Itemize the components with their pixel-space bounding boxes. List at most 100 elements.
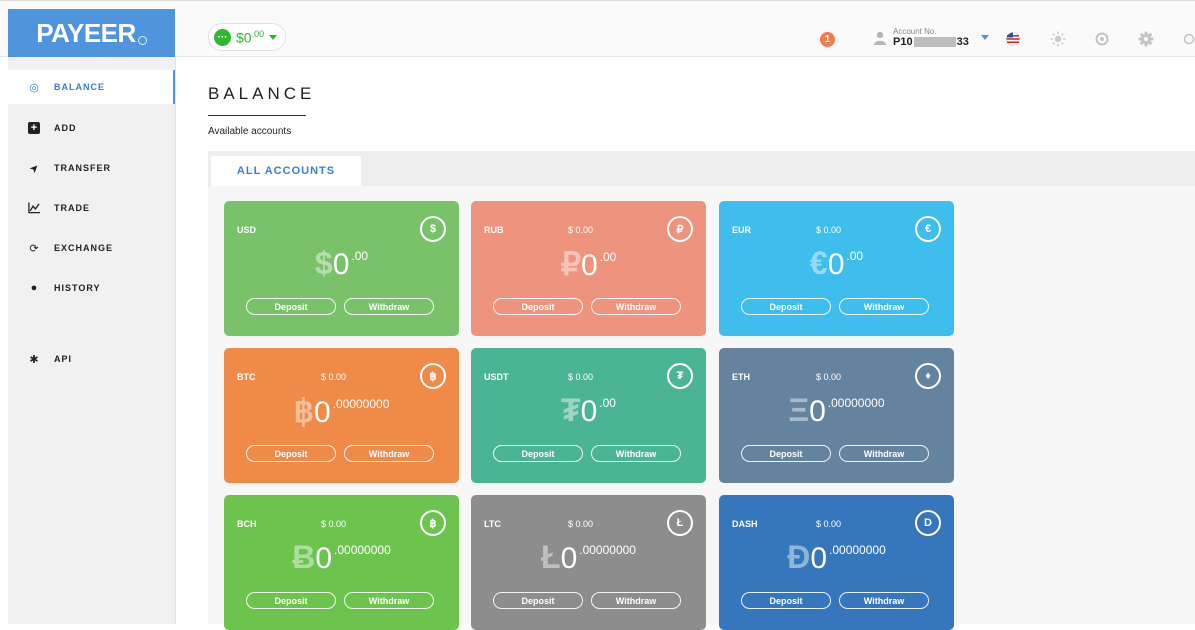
withdraw-button[interactable]: Withdraw (591, 445, 681, 462)
balance-decimals: .00000000 (829, 543, 886, 557)
deposit-button[interactable]: Deposit (493, 592, 583, 609)
usd-equivalent: $ 0.00 (568, 519, 594, 529)
balance-decimals: .00 (846, 249, 864, 263)
sidebar-item-add[interactable]: + ADD (8, 111, 175, 145)
withdraw-button[interactable]: Withdraw (591, 298, 681, 315)
balance-decimals: .00000000 (579, 543, 636, 557)
account-number-label: Account No. (893, 27, 937, 36)
currency-symbol: Đ (787, 539, 811, 575)
currency-icon[interactable]: ♦ (915, 363, 941, 389)
currency-icon[interactable]: ₮ (667, 363, 693, 389)
account-selector[interactable]: Account No. P10 33 (873, 27, 989, 48)
deposit-button[interactable]: Deposit (493, 445, 583, 462)
sidebar-item-label: HISTORY (54, 283, 101, 293)
currency-symbol: ₮ (561, 392, 581, 428)
balance-integer: 0 (332, 248, 350, 281)
chevron-down-icon (980, 35, 989, 40)
settings-gear-icon[interactable] (1137, 30, 1155, 48)
currency-symbol: $ (314, 245, 333, 281)
currency-symbol: Ł (541, 539, 561, 575)
sidebar-item-balance[interactable]: ◎ BALANCE (8, 70, 175, 104)
currency-icon[interactable]: ฿ (420, 363, 446, 389)
usd-equivalent: $ 0.00 (816, 225, 842, 235)
clock-icon: ● (30, 282, 38, 294)
tab-label: ALL ACCOUNTS (236, 165, 336, 177)
sidebar-item-trade[interactable]: TRADE (8, 191, 175, 225)
withdraw-button[interactable]: Withdraw (344, 445, 434, 462)
sidebar-item-label: TRANSFER (54, 163, 111, 173)
wallet-status-icon: ··· (214, 28, 231, 46)
currency-code: BTC (237, 372, 256, 382)
accounts-grid: USD $ $0.00 Deposit Withdraw RUB $ 0.00 ₽ ₽0.00 D… (208, 186, 1195, 630)
sidebar-item-history[interactable]: ● HISTORY (8, 271, 175, 305)
currency-code: EUR (732, 225, 752, 235)
account-card-dash: DASH $ 0.00 D Đ0.00000000 Deposit Withdraw (719, 495, 954, 630)
deposit-button[interactable]: Deposit (741, 445, 831, 462)
currency-icon[interactable]: $ (420, 216, 446, 242)
balance-integer: 0 (827, 248, 845, 281)
withdraw-button[interactable]: Withdraw (839, 298, 929, 315)
account-card-usdt: USDT $ 0.00 ₮ ₮0.00 Deposit Withdraw (471, 348, 706, 483)
withdraw-button[interactable]: Withdraw (344, 592, 434, 609)
card-balance: Ξ0.00000000 (719, 392, 954, 429)
us-flag-icon[interactable] (1004, 30, 1022, 48)
deposit-button[interactable]: Deposit (741, 298, 831, 315)
currency-code: RUB (484, 225, 504, 235)
card-balance: Ł0.00000000 (471, 539, 706, 576)
currency-icon[interactable]: D (915, 510, 941, 536)
withdraw-button[interactable]: Withdraw (591, 592, 681, 609)
balance-decimals: .00000000 (827, 396, 885, 410)
account-number: P10 33 (893, 36, 969, 48)
sidebar-item-transfer[interactable]: ➤ TRANSFER (8, 151, 175, 185)
account-card-eth: ETH $ 0.00 ♦ Ξ0.00000000 Deposit Withdraw (719, 348, 954, 483)
account-card-usd: USD $ $0.00 Deposit Withdraw (224, 201, 459, 336)
account-card-ltc: LTC $ 0.00 Ł Ł0.00000000 Deposit Withdraw (471, 495, 706, 630)
balance-decimals: .00 (599, 250, 617, 264)
sidebar-item-api[interactable]: ✱ API (8, 342, 175, 376)
currency-icon[interactable]: Ł (667, 510, 693, 536)
currency-icon[interactable]: ฿ (420, 510, 446, 536)
balance-integer: 0 (313, 396, 331, 429)
currency-code: USDT (484, 372, 509, 382)
currency-code: BCH (237, 519, 257, 529)
sidebar-item-label: EXCHANGE (54, 243, 114, 253)
sidebar-item-exchange[interactable]: ⟳ EXCHANGE (8, 231, 175, 265)
balance-integer: 0 (580, 395, 598, 428)
card-balance: ฿0.00000000 (224, 392, 459, 430)
currency-icon[interactable]: € (915, 216, 941, 242)
withdraw-button[interactable]: Withdraw (344, 298, 434, 315)
redaction-mask (913, 37, 956, 47)
chevron-down-icon (269, 34, 278, 40)
title-underline (208, 115, 306, 116)
usd-equivalent: $ 0.00 (816, 519, 842, 529)
sidebar-item-label: API (54, 354, 73, 364)
notification-badge[interactable]: 1 (820, 32, 835, 47)
sidebar-item-label: BALANCE (54, 82, 105, 92)
support-icon[interactable] (1093, 30, 1111, 48)
currency-symbol: € (809, 245, 828, 281)
withdraw-button[interactable]: Withdraw (839, 445, 929, 462)
tab-all-accounts[interactable]: ALL ACCOUNTS (211, 156, 361, 186)
deposit-button[interactable]: Deposit (246, 298, 336, 315)
payeer-logo[interactable]: PAYEER (8, 9, 175, 57)
deposit-button[interactable]: Deposit (493, 298, 583, 315)
paper-plane-icon: ➤ (26, 160, 42, 176)
card-balance: $0.00 (224, 245, 459, 282)
account-card-bch: BCH $ 0.00 ฿ Ƀ0.00000000 Deposit Withdraw (224, 495, 459, 630)
currency-symbol: ฿ (293, 393, 314, 429)
deposit-button[interactable]: Deposit (246, 445, 336, 462)
currency-icon[interactable]: ₽ (667, 216, 693, 242)
deposit-button[interactable]: Deposit (741, 592, 831, 609)
logout-icon[interactable] (1183, 30, 1195, 48)
withdraw-button[interactable]: Withdraw (839, 592, 929, 609)
page-title: BALANCE (208, 84, 316, 103)
deposit-button[interactable]: Deposit (246, 592, 336, 609)
balance-integer: 0 (315, 542, 333, 575)
sun-icon[interactable] (1049, 30, 1067, 48)
account-card-rub: RUB $ 0.00 ₽ ₽0.00 Deposit Withdraw (471, 201, 706, 336)
balance-decimals: .00000000 (332, 397, 390, 411)
card-balance: Đ0.00000000 (719, 539, 954, 576)
header-balance: $0.00 (236, 28, 265, 46)
balance-dropdown[interactable]: ··· $0.00 (208, 23, 287, 51)
account-card-btc: BTC $ 0.00 ฿฿0.00000000 Deposit Withdraw (224, 348, 459, 483)
